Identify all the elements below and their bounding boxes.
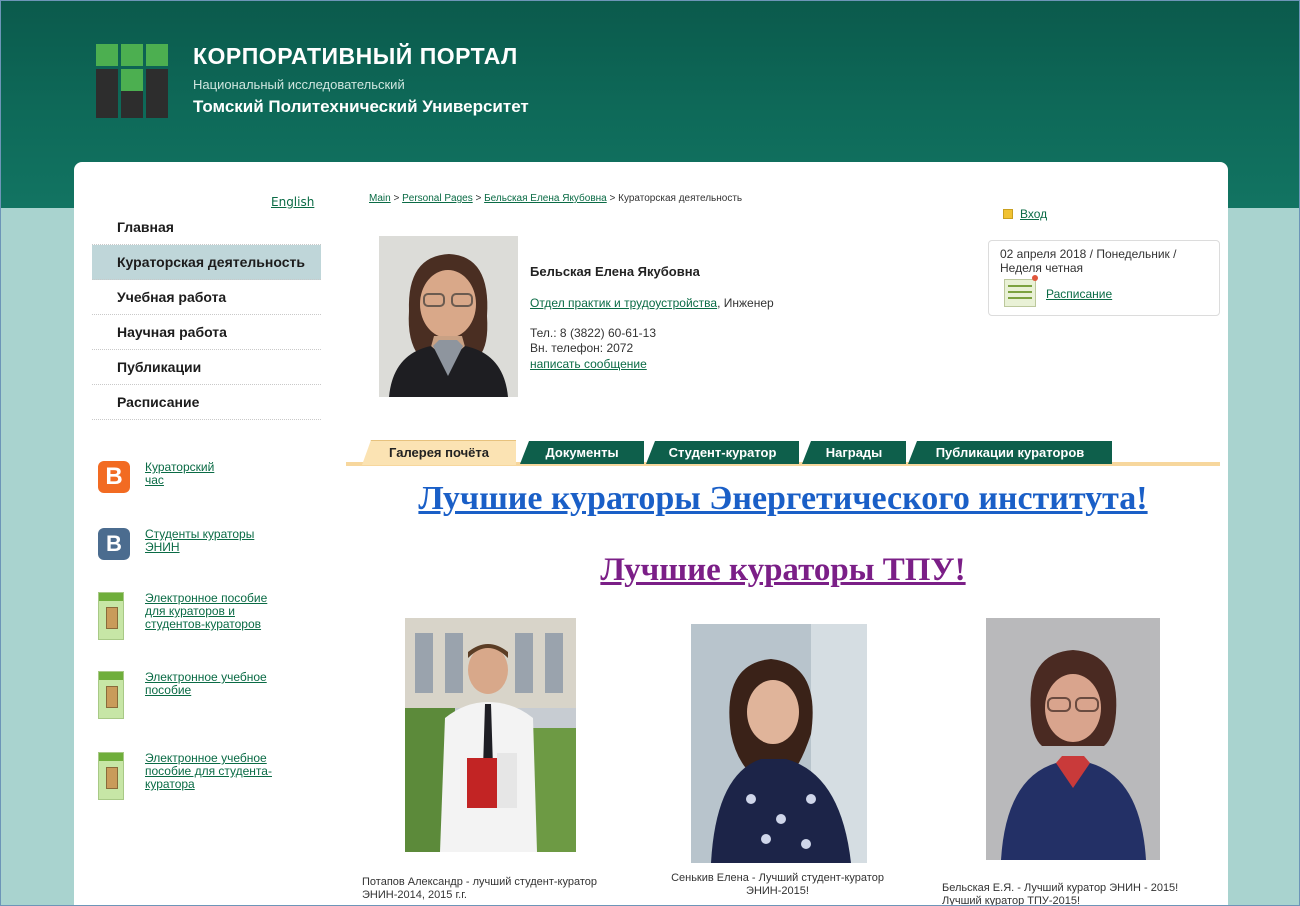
sidebar-link-ebook-curators[interactable]: Электронное пособие для кураторов и студ… (98, 592, 275, 640)
ebook-icon[interactable] (98, 752, 124, 800)
breadcrumb-current: Кураторская деятельность (618, 193, 743, 204)
breadcrumb-separator: > (393, 193, 400, 204)
sidebar-nav: Главная Кураторская деятельность Учебная… (92, 210, 321, 420)
breadcrumb: Main > Personal Pages > Бельская Елена Я… (369, 193, 742, 204)
send-message-link[interactable]: написать сообщение (530, 357, 647, 371)
profile-name: Бельская Елена Якубовна (530, 264, 700, 279)
nav-item-main[interactable]: Главная (92, 210, 321, 245)
login-area: Вход (1003, 207, 1047, 221)
breadcrumb-main[interactable]: Main (369, 193, 391, 204)
nav-item-schedule[interactable]: Расписание (92, 385, 321, 420)
portal-title: КОРПОРАТИВНЫЙ ПОРТАЛ (193, 43, 518, 69)
breadcrumb-personal-pages[interactable]: Personal Pages (402, 193, 473, 204)
department-link[interactable]: Отдел практик и трудоустройства (530, 296, 717, 310)
login-link[interactable]: Вход (1020, 207, 1047, 221)
blogger-icon[interactable]: B (98, 461, 130, 493)
profile-position: , Инженер (717, 296, 774, 310)
tab-hall-of-fame[interactable]: Галерея почёта (362, 440, 516, 465)
best-curators-institute-link[interactable]: Лучшие кураторы Энергетического институт… (346, 480, 1220, 518)
nav-item-publications[interactable]: Публикации (92, 350, 321, 385)
breadcrumb-person[interactable]: Бельская Елена Якубовна (484, 193, 607, 204)
sidebar-link-curator-hour[interactable]: B Кураторский час (98, 461, 225, 493)
ebook-icon[interactable] (98, 592, 124, 640)
sidebar-link-label[interactable]: Электронное пособие для кураторов и студ… (145, 592, 275, 631)
vk-icon[interactable]: B (98, 528, 130, 560)
current-date: 02 апреля 2018 / Понедельник / Неделя че… (1000, 247, 1177, 275)
sidebar-link-label[interactable]: Студенты кураторы ЭНИН (145, 528, 255, 554)
breadcrumb-separator: > (475, 193, 482, 204)
breadcrumb-separator: > (609, 193, 616, 204)
schedule-link[interactable]: Расписание (1046, 287, 1112, 301)
portal-subtitle: Национальный исследовательский (193, 77, 405, 92)
tab-documents[interactable]: Документы (520, 441, 644, 464)
profile-photo (379, 236, 518, 397)
profile-internal-phone: Вн. телефон: 2072 (530, 341, 634, 355)
nav-item-curator-activity[interactable]: Кураторская деятельность (92, 245, 321, 280)
profile-contacts: Тел.: 8 (3822) 60-61-13 Вн. телефон: 207… (530, 326, 656, 356)
date-widget: 02 апреля 2018 / Понедельник / Неделя че… (988, 240, 1220, 316)
best-curators-tpu-link[interactable]: Лучшие кураторы ТПУ! (346, 552, 1220, 589)
english-link[interactable]: English (271, 195, 314, 209)
tpu-logo[interactable] (96, 44, 168, 118)
nav-item-teaching[interactable]: Учебная работа (92, 280, 321, 315)
sidebar-link-students-curators[interactable]: B Студенты кураторы ЭНИН (98, 528, 255, 560)
gallery-photo-3[interactable] (986, 618, 1160, 860)
login-icon (1003, 209, 1013, 219)
university-name: Томский Политехнический Университет (193, 97, 529, 116)
schedule-icon[interactable] (1004, 275, 1038, 307)
ebook-icon[interactable] (98, 671, 124, 719)
sidebar-link-ebook-student-curator[interactable]: Электронное учебное пособие для студента… (98, 752, 285, 800)
sidebar-link-label[interactable]: Электронное учебное пособие для студента… (145, 752, 285, 791)
gallery-caption-3: Бельская Е.Я. - Лучший куратор ЭНИН - 20… (942, 882, 1179, 906)
sidebar-link-ebook-tutorial[interactable]: Электронное учебное пособие (98, 671, 275, 719)
profile-department: Отдел практик и трудоустройства, Инженер (530, 296, 774, 310)
tab-student-curator[interactable]: Студент-куратор (646, 441, 799, 464)
nav-item-research[interactable]: Научная работа (92, 315, 321, 350)
sidebar-link-label[interactable]: Кураторский час (145, 461, 225, 487)
tab-curator-publications[interactable]: Публикации кураторов (908, 441, 1112, 464)
profile-phone: Тел.: 8 (3822) 60-61-13 (530, 326, 656, 340)
gallery-caption-1: Потапов Александр - лучший студент-курат… (362, 876, 597, 901)
gallery-caption-2: Сенькив Елена - Лучший студент-куратор Э… (671, 872, 884, 897)
tab-awards[interactable]: Награды (802, 441, 906, 464)
gallery-photo-1[interactable] (405, 618, 576, 852)
sidebar-link-label[interactable]: Электронное учебное пособие (145, 671, 275, 697)
gallery-photo-2[interactable] (691, 624, 867, 863)
